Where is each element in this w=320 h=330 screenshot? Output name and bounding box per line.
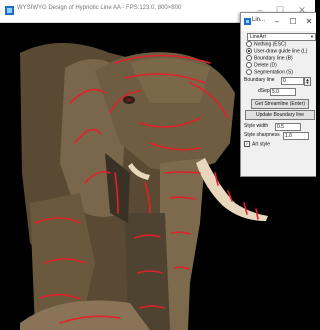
app-icon — [5, 6, 14, 15]
checkmark-icon: ✓ — [244, 141, 250, 147]
mode-select-value: LineArt — [250, 34, 266, 40]
radio-label: Delete (D) — [254, 62, 277, 69]
app-icon — [244, 18, 251, 25]
panel-title: Lin... — [252, 17, 266, 23]
style-sharpness-input[interactable]: 1.0 — [283, 132, 309, 140]
panel-body: LineArt ▼ Nothing (ESC) User-draw guide … — [241, 32, 316, 176]
panel-titlebar[interactable]: Lin... – ☐ ✕ — [241, 13, 316, 31]
style-width-input[interactable]: 0.5 — [275, 123, 301, 131]
panel-maximize-button[interactable]: ☐ — [286, 15, 300, 28]
radio-label: Nothing (ESC) — [254, 41, 287, 48]
art-style-checkbox[interactable]: ✓ Art style — [244, 141, 270, 148]
mode-select[interactable]: LineArt ▼ — [247, 33, 316, 41]
radio-nothing[interactable]: Nothing (ESC) — [246, 41, 316, 48]
boundary-line-spinner[interactable]: ▲ ▼ — [304, 77, 311, 86]
window-title: WYSIWYG Design of Hypnotic Line AA - FPS… — [17, 5, 182, 11]
radio-icon — [246, 55, 252, 61]
art-style-label: Art style — [252, 141, 271, 148]
panel-close-button[interactable]: ✕ — [302, 15, 316, 28]
radio-icon — [246, 41, 252, 47]
chevron-down-icon: ▼ — [310, 34, 314, 39]
style-width-label: Style width — [244, 123, 269, 129]
radio-label: Segmentation (S) — [254, 69, 293, 76]
boundary-line-input[interactable]: 0 — [281, 77, 304, 85]
radio-icon — [246, 62, 252, 68]
update-boundary-line-button[interactable]: Update Boundary line — [245, 110, 315, 120]
panel-minimize-button[interactable]: – — [270, 15, 284, 28]
radio-segmentation[interactable]: Segmentation (S) — [246, 69, 316, 76]
radio-icon — [246, 69, 252, 75]
radio-label: User-draw guide line (L) — [254, 48, 308, 55]
radio-boundary-line[interactable]: Boundary line (B) — [246, 55, 316, 62]
dsep-input[interactable]: 5.0 — [270, 88, 296, 96]
get-streamline-button[interactable]: Get Streamline (Enter) — [251, 99, 309, 109]
boundary-line-label: Boundary line — [244, 77, 275, 83]
radio-user-draw-guide-line[interactable]: User-draw guide line (L) — [246, 48, 316, 55]
radio-delete[interactable]: Delete (D) — [246, 62, 316, 69]
style-sharpness-label: Style sharpness — [244, 132, 280, 138]
elephant-pupil — [126, 98, 132, 102]
radio-selected-icon — [246, 48, 252, 54]
radio-label: Boundary line (B) — [254, 55, 293, 62]
linart-panel: Lin... – ☐ ✕ LineArt ▼ Nothing (ESC) Use… — [240, 12, 316, 177]
